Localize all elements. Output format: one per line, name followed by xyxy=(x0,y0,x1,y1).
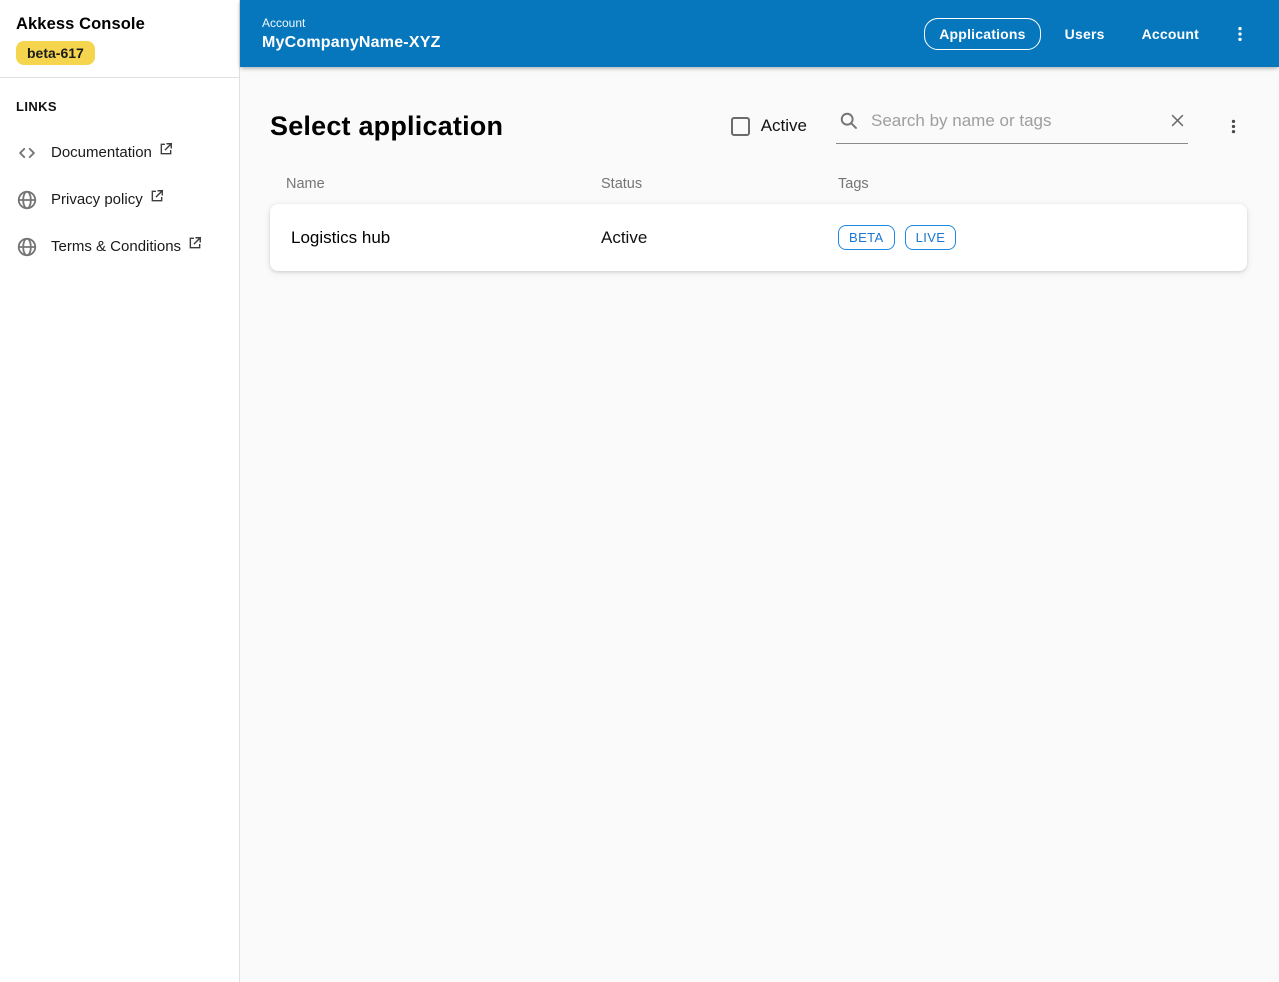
sidebar-item-privacy-policy[interactable]: Privacy policy xyxy=(0,176,239,223)
breadcrumb: Account xyxy=(262,15,306,30)
links-section-header: LINKS xyxy=(16,99,57,114)
column-header-name: Name xyxy=(286,176,325,192)
active-checkbox-label: Active xyxy=(760,116,807,135)
appbar-nav: Applications Users Account xyxy=(913,17,1259,50)
kebab-menu-icon[interactable] xyxy=(1225,19,1255,49)
sidebar-item-label: Terms & Conditions xyxy=(51,238,182,255)
applications-table: Name Status Tags Logistics hub Active BE… xyxy=(270,168,1247,271)
content-area: Select application Active Search by name… xyxy=(240,67,1279,982)
tag-chip: BETA xyxy=(838,225,895,250)
globe-icon xyxy=(16,236,38,258)
active-checkbox[interactable] xyxy=(730,116,750,136)
page-title: Select application xyxy=(270,110,504,141)
nav-account[interactable]: Account xyxy=(1129,18,1212,50)
sidebar-branding: Akkess Console beta-617 xyxy=(0,0,239,78)
close-icon[interactable] xyxy=(1169,112,1186,129)
column-header-status: Status xyxy=(601,176,643,192)
table-row[interactable]: Logistics hub Active BETA LIVE xyxy=(270,204,1247,271)
search-field[interactable] xyxy=(836,108,1188,144)
tag-chip: LIVE xyxy=(904,225,957,250)
external-link-icon xyxy=(150,189,164,203)
globe-icon xyxy=(16,189,38,211)
sidebar: Akkess Console beta-617 LINKS Documentat… xyxy=(0,0,240,982)
external-link-icon xyxy=(188,236,202,250)
app-title: Akkess Console xyxy=(16,15,145,33)
toolbar: Select application Active xyxy=(270,108,1247,144)
sidebar-item-terms-and-conditions[interactable]: Terms & Conditions xyxy=(0,223,239,270)
column-header-tags: Tags xyxy=(838,176,869,192)
main-pane: Account MyCompanyName-XYZ Applications U… xyxy=(240,0,1279,982)
table-header-row: Name Status Tags xyxy=(270,168,1247,204)
active-filter[interactable]: Active xyxy=(730,116,807,136)
code-icon xyxy=(16,142,38,164)
account-name: MyCompanyName-XYZ xyxy=(262,33,441,51)
application-status: Active xyxy=(601,227,648,247)
search-icon xyxy=(838,110,859,131)
app-bar: Account MyCompanyName-XYZ Applications U… xyxy=(240,0,1279,67)
external-link-icon xyxy=(159,142,173,156)
sidebar-item-label: Privacy policy xyxy=(51,191,143,208)
nav-users[interactable]: Users xyxy=(1052,18,1118,50)
sidebar-item-label: Documentation xyxy=(51,144,152,161)
search-input[interactable] xyxy=(871,110,1169,131)
sidebar-item-documentation[interactable]: Documentation xyxy=(0,129,239,176)
sidebar-nav: Documentation Privacy policy Terms & Con… xyxy=(0,129,239,270)
application-name: Logistics hub xyxy=(291,227,391,247)
nav-applications[interactable]: Applications xyxy=(924,17,1041,50)
appbar-titles: Account MyCompanyName-XYZ xyxy=(262,16,441,52)
application-tags: BETA LIVE xyxy=(838,225,1247,250)
version-badge: beta-617 xyxy=(16,41,95,65)
kebab-menu-icon[interactable] xyxy=(1219,112,1247,140)
